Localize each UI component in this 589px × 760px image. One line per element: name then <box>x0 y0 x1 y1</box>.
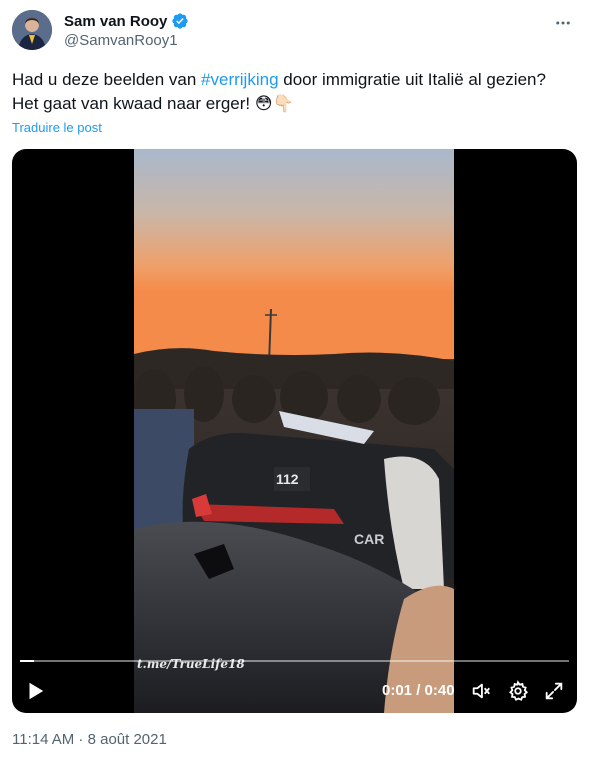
author-handle[interactable]: @SamvanRooy1 <box>64 32 178 49</box>
tweet-header: Sam van Rooy @SamvanRooy1 <box>12 10 580 52</box>
avatar[interactable] <box>12 10 52 50</box>
fullscreen-icon[interactable] <box>542 679 566 703</box>
volume-icon[interactable] <box>469 679 493 703</box>
video-time-separator: / <box>412 682 425 699</box>
tweet-timestamp[interactable]: 11:14 AM · 8 août 2021 <box>12 731 167 748</box>
more-options-icon[interactable] <box>552 12 574 34</box>
author-display-name[interactable]: Sam van Rooy <box>64 13 167 30</box>
emoji-icons: 😳👇🏻 <box>254 94 294 113</box>
hashtag-link[interactable]: #verrijking <box>201 70 278 89</box>
car-number: 112 <box>276 471 299 487</box>
play-icon[interactable] <box>24 680 46 702</box>
video-current-time: 0:01 <box>382 682 413 699</box>
video-time: 0:01 / 0:40 <box>382 682 455 699</box>
video-progress-bar[interactable] <box>20 660 569 662</box>
settings-gear-icon[interactable] <box>506 679 530 703</box>
video-progress-fill <box>20 660 34 662</box>
translate-post-link[interactable]: Traduire le post <box>12 120 102 135</box>
video-frame[interactable]: 112 CAR <box>134 149 454 713</box>
video-player[interactable]: 112 CAR t.me/TrueLife18 0:01 / 0:40 <box>12 149 577 713</box>
tweet-text-before: Had u deze beelden van <box>12 70 202 89</box>
verified-badge-icon <box>171 12 189 30</box>
car-text: CAR <box>354 531 384 547</box>
tweet-text: Had u deze beelden van #verrijking door … <box>12 68 577 116</box>
video-duration: 0:40 <box>424 682 455 699</box>
